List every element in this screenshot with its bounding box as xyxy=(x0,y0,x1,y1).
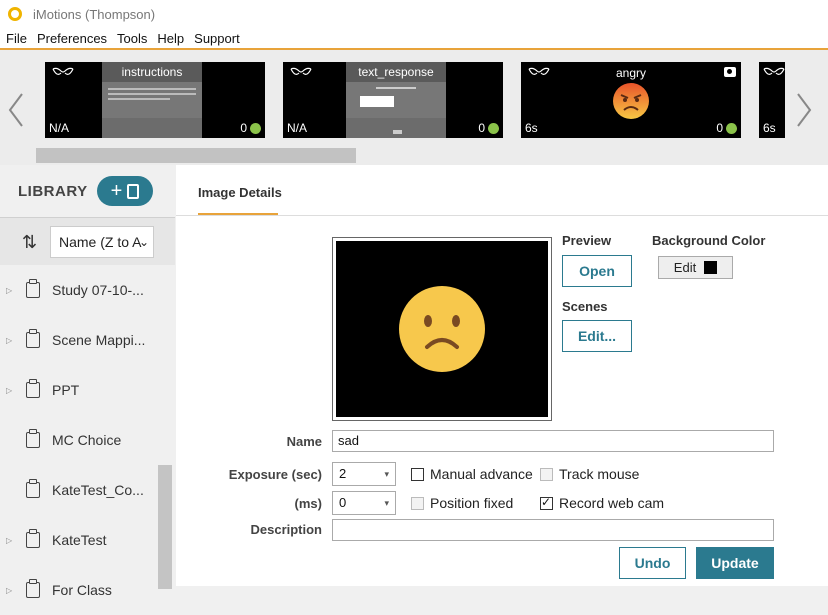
expand-caret-icon[interactable]: ▷ xyxy=(6,286,12,295)
add-study-button[interactable]: + xyxy=(97,176,153,206)
thumb-duration: 6s xyxy=(525,121,538,135)
background-color-label: Background Color xyxy=(652,233,766,248)
sad-face-icon xyxy=(399,286,485,372)
thumb-duration: 6s xyxy=(763,121,776,135)
clipboard-icon xyxy=(26,579,40,598)
list-item[interactable]: KateTest_Co... xyxy=(0,465,175,515)
status-dot-icon xyxy=(488,122,499,134)
expand-caret-icon[interactable]: ▷ xyxy=(6,586,12,595)
app-logo-icon xyxy=(8,7,22,21)
exposure-ms-select[interactable]: 0 ▾ xyxy=(332,491,396,515)
description-label: Description xyxy=(250,522,322,537)
clipboard-icon xyxy=(26,379,40,398)
clipboard-icon xyxy=(26,429,40,448)
thumb-duration: N/A xyxy=(287,121,308,135)
timeline-prev-button[interactable] xyxy=(6,90,26,130)
clipboard-icon xyxy=(26,479,40,498)
window-title: iMotions (Thompson) xyxy=(33,6,156,22)
timeline-next-button[interactable] xyxy=(794,90,814,130)
record-web-cam-checkbox[interactable]: Record web cam xyxy=(540,495,664,511)
status-dot-icon xyxy=(250,122,261,134)
menu-help[interactable]: Help xyxy=(152,31,189,46)
menu-bar: File Preferences Tools Help Support xyxy=(0,28,828,50)
timeline-item-instructions[interactable]: instructions N/A 0 xyxy=(45,62,265,138)
thumb-text-lines xyxy=(108,88,196,102)
color-swatch xyxy=(704,261,718,274)
menu-file[interactable]: File xyxy=(0,31,32,46)
exposure-label: Exposure (sec) xyxy=(228,467,322,482)
camera-icon xyxy=(724,67,736,77)
thumb-preview: text_response xyxy=(346,62,446,138)
clipboard-icon xyxy=(127,183,140,199)
library-list: ▷ Study 07-10-... ▷ Scene Mappi... ▷ PPT MC… xyxy=(0,265,175,615)
expand-caret-icon[interactable]: ▷ xyxy=(6,386,12,395)
description-field[interactable] xyxy=(332,519,774,541)
list-item[interactable]: MC Choice xyxy=(0,415,175,465)
background-color-edit-button[interactable]: Edit xyxy=(658,256,733,279)
thumb-preview: instructions xyxy=(102,62,202,138)
timeline-scrollbar[interactable] xyxy=(36,148,356,163)
expand-caret-icon[interactable]: ▷ xyxy=(6,336,12,345)
list-item[interactable]: ▷ PPT xyxy=(0,365,175,415)
thumb-title: instructions xyxy=(102,62,202,82)
list-item[interactable]: ▷ Scene Mappi... xyxy=(0,315,175,365)
eyetracking-glasses-icon xyxy=(290,67,312,75)
tab-image-details[interactable]: Image Details xyxy=(198,185,282,200)
scenes-label: Scenes xyxy=(562,299,608,314)
thumb-duration: N/A xyxy=(49,121,70,135)
clipboard-icon xyxy=(26,529,40,548)
eyetracking-glasses-icon xyxy=(52,67,74,75)
menu-support[interactable]: Support xyxy=(189,31,245,46)
image-preview xyxy=(332,237,552,421)
name-field[interactable]: sad xyxy=(332,430,774,452)
eyetracking-glasses-icon xyxy=(763,67,785,75)
menu-preferences[interactable]: Preferences xyxy=(32,31,112,46)
list-item[interactable]: ▷ KateTest xyxy=(0,515,175,565)
thumb-count: 0 xyxy=(716,121,737,135)
title-bar: iMotions (Thompson) xyxy=(0,0,828,28)
chevron-left-icon xyxy=(8,93,23,127)
menu-tools[interactable]: Tools xyxy=(112,31,152,46)
update-button[interactable]: Update xyxy=(696,547,774,579)
clipboard-icon xyxy=(26,329,40,348)
track-mouse-checkbox[interactable]: Track mouse xyxy=(540,466,639,482)
preview-label: Preview xyxy=(562,233,612,248)
undo-button[interactable]: Undo xyxy=(619,547,686,579)
stimulus-timeline: instructions N/A 0 text_response N/A 0 a… xyxy=(0,50,828,165)
library-scrollbar[interactable] xyxy=(158,465,172,589)
library-header: LIBRARY + xyxy=(0,165,175,217)
manual-advance-checkbox[interactable]: Manual advance xyxy=(411,466,533,482)
chevron-down-icon: ▾ xyxy=(384,498,389,508)
expand-caret-icon[interactable]: ▷ xyxy=(6,536,12,545)
ms-label: (ms) xyxy=(294,496,322,511)
clipboard-icon xyxy=(26,279,40,298)
thumb-title: angry xyxy=(615,66,647,80)
chevron-down-icon: ⌄ xyxy=(138,235,149,249)
name-label: Name xyxy=(286,434,322,449)
list-item[interactable]: ▷ Study 07-10-... xyxy=(0,265,175,315)
plus-icon: + xyxy=(110,179,123,202)
timeline-item-partial[interactable]: 6s xyxy=(759,62,785,138)
timeline-item-angry[interactable]: angry 6s 0 xyxy=(521,62,741,138)
thumb-count: 0 xyxy=(240,121,261,135)
exposure-seconds-select[interactable]: 2 ▾ xyxy=(332,462,396,486)
library-sidebar: LIBRARY + ⇅ Name (Z to A ⌄ ▷ Study 07-10-… xyxy=(0,165,175,598)
edit-scenes-button[interactable]: Edit... xyxy=(562,320,632,352)
status-dot-icon xyxy=(726,122,737,134)
library-title: LIBRARY xyxy=(18,182,88,200)
chevron-down-icon: ▾ xyxy=(384,469,389,479)
position-fixed-checkbox[interactable]: Position fixed xyxy=(411,495,513,511)
sort-dropdown[interactable]: Name (Z to A ⌄ xyxy=(50,226,154,258)
list-item[interactable]: ▷ For Class xyxy=(0,565,175,615)
thumb-title: text_response xyxy=(346,62,446,82)
sort-bar: ⇅ Name (Z to A ⌄ xyxy=(0,217,175,265)
image-details-panel: Image Details Preview Open Scenes Edit..… xyxy=(176,165,828,586)
timeline-item-text-response[interactable]: text_response N/A 0 xyxy=(283,62,503,138)
sort-direction-icon[interactable]: ⇅ xyxy=(22,232,37,253)
open-button[interactable]: Open xyxy=(562,255,632,287)
thumb-count: 0 xyxy=(478,121,499,135)
chevron-right-icon xyxy=(797,93,812,127)
angry-face-icon xyxy=(613,83,649,119)
